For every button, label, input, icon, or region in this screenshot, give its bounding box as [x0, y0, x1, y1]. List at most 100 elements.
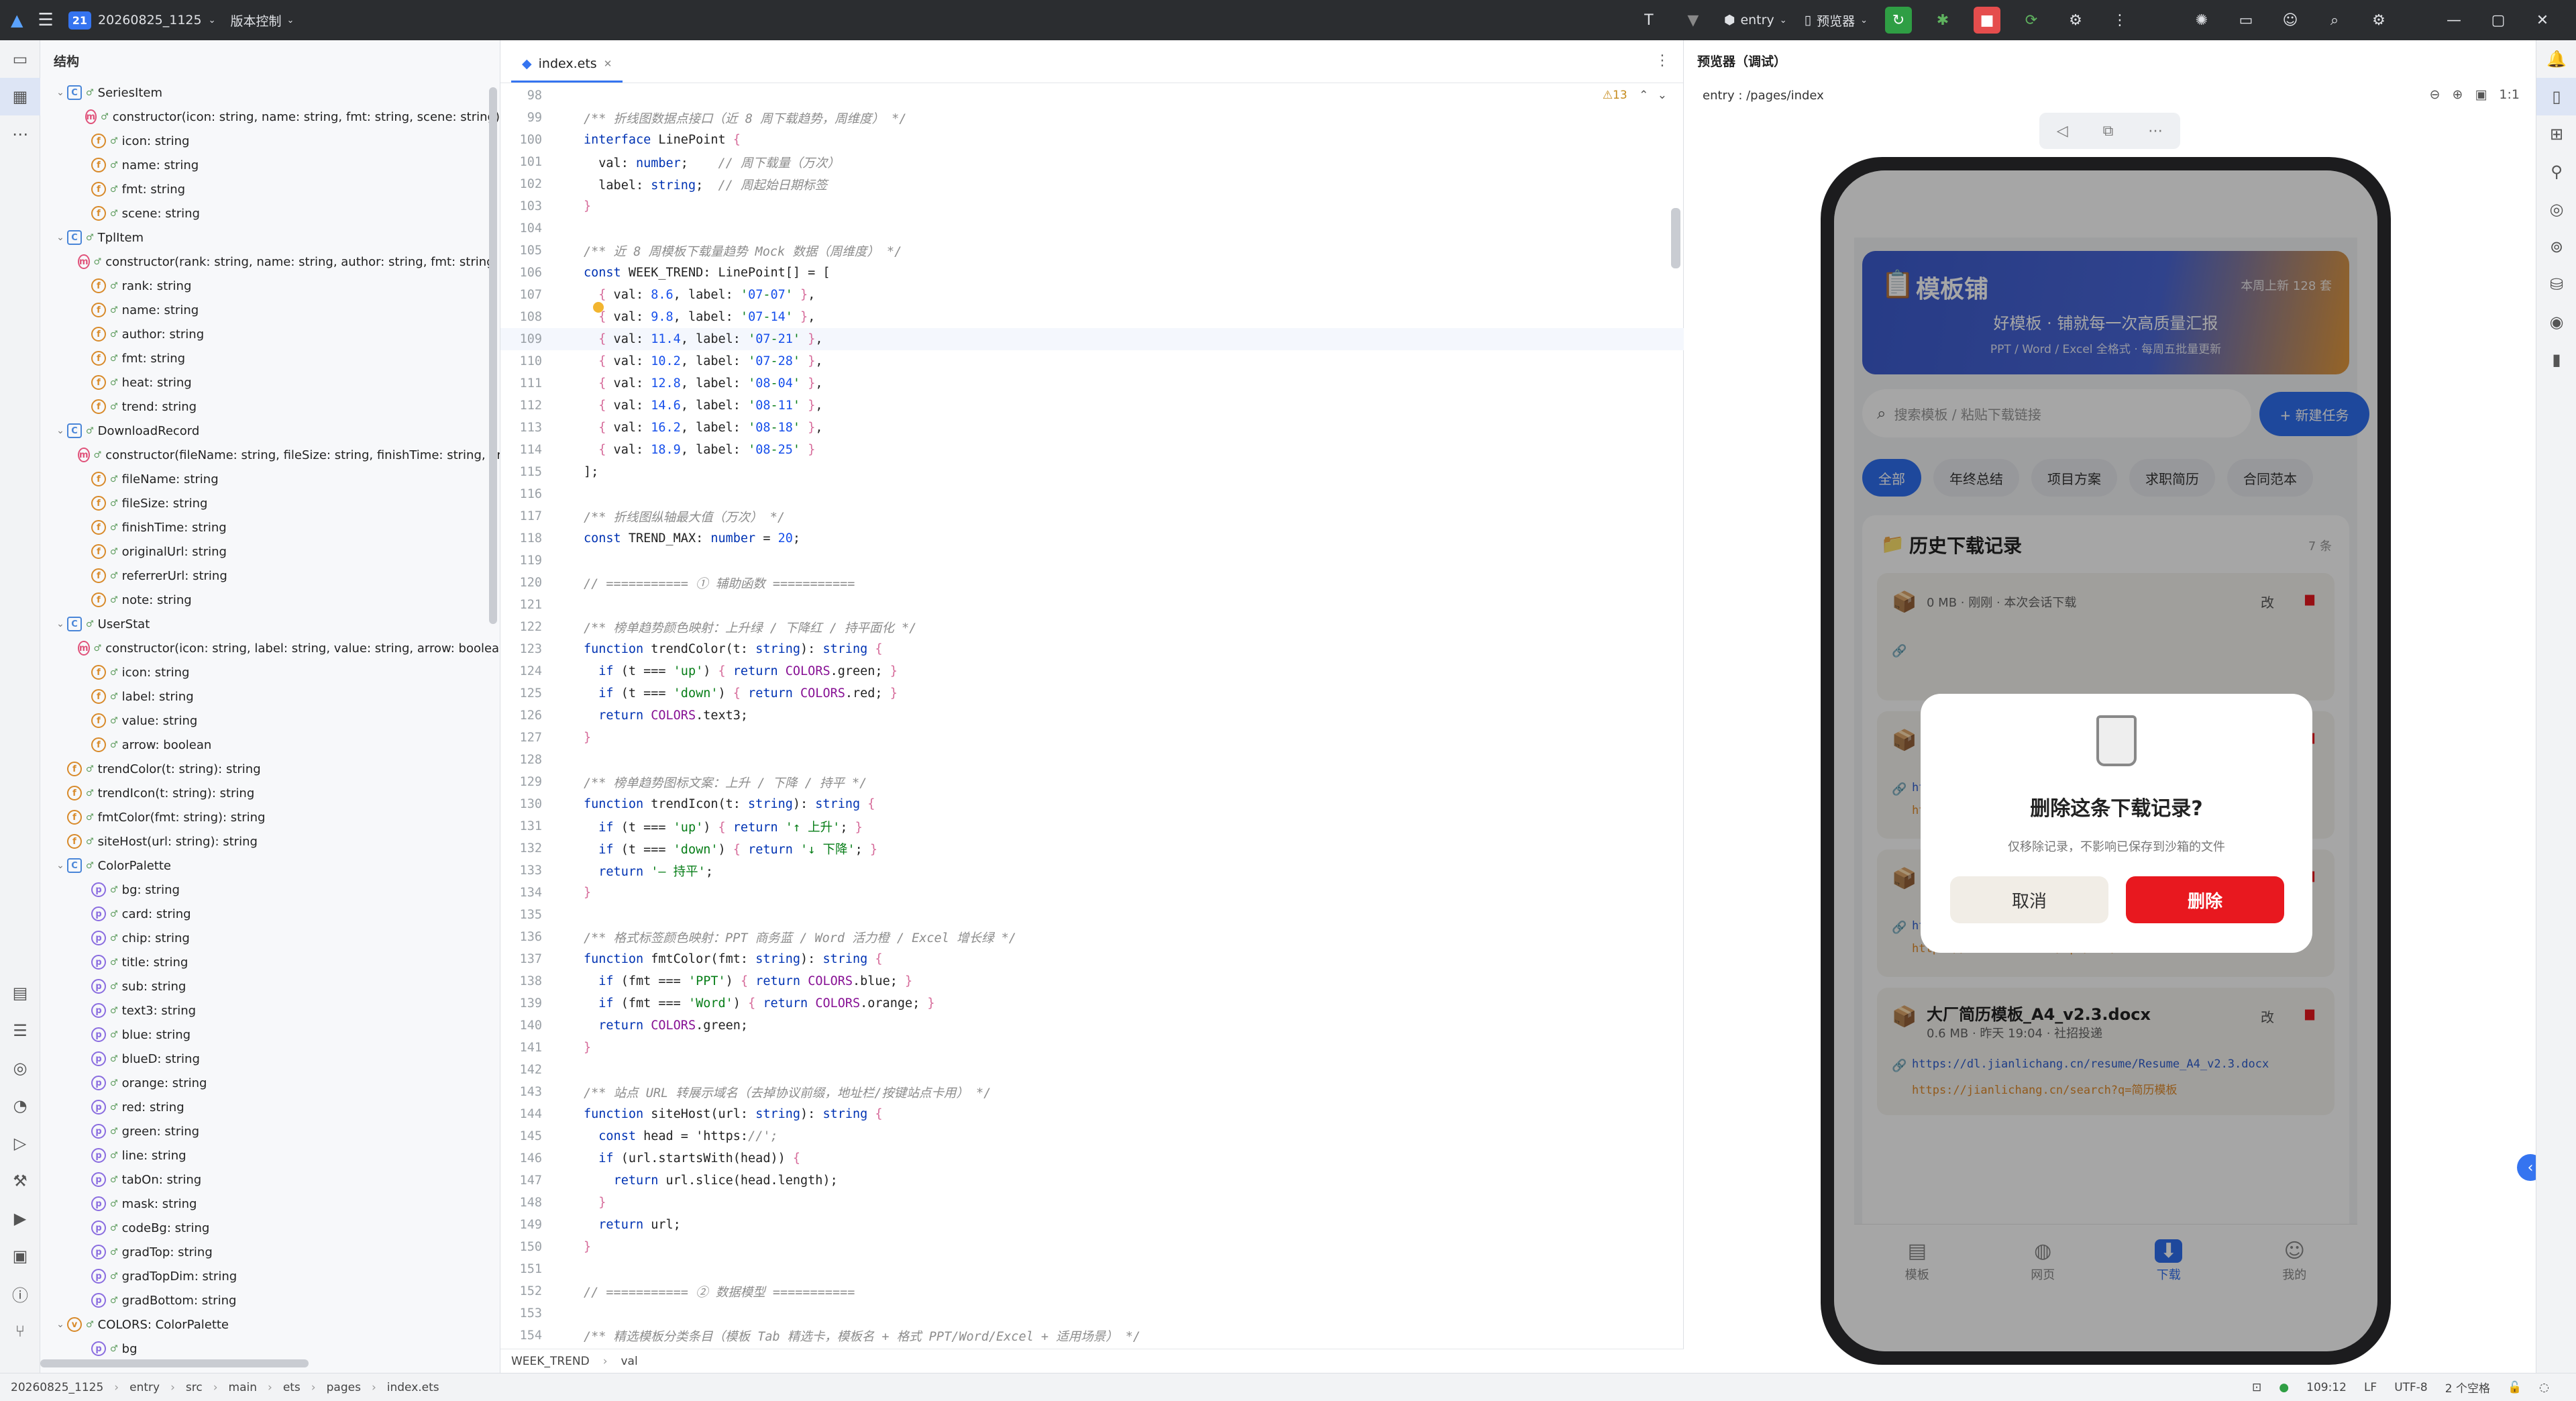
database-icon[interactable]: ⛁ — [2536, 266, 2576, 303]
tree-row[interactable]: ⌄ C ♂ DownloadRecord — [40, 419, 500, 443]
tree-row[interactable]: ⌄ C ♂ SeriesItem — [40, 81, 500, 105]
chevron-down-icon[interactable]: ⌄ — [54, 232, 67, 243]
chevron-down-icon[interactable]: ⌄ — [54, 860, 67, 871]
device-file-icon[interactable]: ⊞ — [2536, 115, 2576, 153]
app-logo-icon[interactable]: ▲ — [11, 11, 23, 30]
more-actions-icon[interactable]: ⋮ — [2106, 7, 2133, 34]
status-crumb[interactable]: index.ets — [387, 1381, 439, 1394]
chevron-down-icon[interactable]: ⌄ — [54, 619, 67, 629]
tree-row[interactable]: p ♂ sub: string — [40, 974, 500, 998]
info-icon[interactable]: ⓘ — [0, 1275, 40, 1312]
chevron-down-icon[interactable]: ⌄ — [54, 425, 67, 436]
tree-row[interactable]: f ♂ icon: string — [40, 129, 500, 153]
tree-row[interactable]: m ♂ constructor(icon: string, label: strin… — [40, 636, 500, 660]
git-icon[interactable]: ⑂ — [0, 1312, 40, 1350]
device-manager-icon[interactable]: ▭ — [2233, 7, 2259, 34]
structure-hscrollbar[interactable] — [40, 1359, 309, 1367]
eye-icon[interactable]: ◉ — [2536, 303, 2576, 341]
resource-icon[interactable]: ◎ — [2536, 191, 2576, 228]
tree-row[interactable]: f ♂ referrerUrl: string — [40, 564, 500, 588]
status-crumb[interactable]: main — [229, 1381, 257, 1394]
close-icon[interactable]: ✕ — [2529, 7, 2556, 34]
more-icon[interactable]: ⋯ — [2148, 123, 2163, 140]
tree-row[interactable]: f ♂ originalUrl: string — [40, 539, 500, 564]
tree-row[interactable]: ⌄ C ♂ UserStat — [40, 612, 500, 636]
editor-scrollbar[interactable] — [1671, 208, 1680, 268]
tree-row[interactable]: p ♂ blue: string — [40, 1023, 500, 1047]
tree-row[interactable]: p ♂ gradTop: string — [40, 1240, 500, 1264]
run-config-select[interactable]: ⬢ entry ⌄ — [1724, 13, 1787, 28]
device-select[interactable]: ▯ 预览器 ⌄ — [1805, 11, 1868, 30]
tree-row[interactable]: p ♂ bg: string — [40, 878, 500, 902]
tree-row[interactable]: f ♂ value: string — [40, 709, 500, 733]
fit-screen-icon[interactable]: ▣ — [2475, 87, 2487, 102]
tree-row[interactable]: m ♂ constructor(rank: string, name: string… — [40, 250, 500, 274]
structure-scrollbar[interactable] — [489, 87, 497, 624]
tree-row[interactable]: f ♂ fmt: string — [40, 177, 500, 201]
cancel-button[interactable]: 取消 — [1950, 876, 2108, 923]
tree-row[interactable]: p ♂ orange: string — [40, 1071, 500, 1095]
tree-row[interactable]: f ♂ label: string — [40, 684, 500, 709]
tree-row[interactable]: f ♂ author: string — [40, 322, 500, 346]
file-encoding[interactable]: UTF-8 — [2394, 1381, 2428, 1394]
tree-row[interactable]: f ♂ scene: string — [40, 201, 500, 225]
app-inspector-icon[interactable]: ⚲ — [2536, 153, 2576, 191]
apply-changes-icon[interactable]: ⟳ — [2018, 7, 2045, 34]
account-icon[interactable]: ☺ — [2277, 7, 2304, 34]
status-crumb[interactable]: src — [186, 1381, 203, 1394]
code-area[interactable]: 98 99 /** 折线图数据点接口（近 8 周下载趋势，周维度） */ 100 int… — [500, 85, 1684, 1347]
delete-button[interactable]: 删除 — [2126, 876, 2284, 923]
chevron-down-icon[interactable]: ⌄ — [54, 1319, 67, 1330]
device-icon[interactable]: ▮ — [2536, 341, 2576, 378]
tree-row[interactable]: ⌄ C ♂ TplItem — [40, 225, 500, 250]
vcs-menu[interactable]: 版本控制 ⌄ — [231, 11, 294, 30]
tree-row[interactable]: f ♂ note: string — [40, 588, 500, 612]
tree-row[interactable]: m ♂ constructor(fileName: string, fileSize… — [40, 443, 500, 467]
more-tools-icon[interactable]: ⋯ — [0, 115, 40, 153]
status-crumb[interactable]: entry — [129, 1381, 160, 1394]
tab-index-ets[interactable]: ◆ index.ets ✕ — [511, 46, 623, 83]
structure-icon[interactable]: ▦ — [0, 78, 40, 115]
tree-row[interactable]: f ♂ rank: string — [40, 274, 500, 298]
problems-icon[interactable]: ◎ — [0, 1049, 40, 1087]
tree-row[interactable]: f ♂ heat: string — [40, 370, 500, 395]
notifications-icon[interactable]: 🔔 — [2536, 40, 2576, 78]
tree-row[interactable]: f ♂ trend: string — [40, 395, 500, 419]
code-linter-icon[interactable]: ⊚ — [2536, 228, 2576, 266]
tree-row[interactable]: f ♂ trendColor(t: string): string — [40, 757, 500, 781]
filter-icon[interactable]: ▼ — [1680, 7, 1707, 34]
tree-row[interactable]: f ♂ icon: string — [40, 660, 500, 684]
tree-row[interactable]: p ♂ green: string — [40, 1119, 500, 1143]
readonly-lock-icon[interactable]: 🔓 — [2508, 1381, 2522, 1394]
cursor-position[interactable]: 109:12 — [2306, 1381, 2347, 1394]
tree-row[interactable]: p ♂ bg — [40, 1337, 500, 1361]
project-switcher[interactable]: 21 20260825_1125 ⌄ — [68, 11, 216, 30]
tree-row[interactable]: p ♂ tabOn: string — [40, 1168, 500, 1192]
rerun-icon[interactable]: ↻ — [1885, 7, 1912, 34]
tree-row[interactable]: f ♂ finishTime: string — [40, 515, 500, 539]
tree-row[interactable]: f ♂ trendIcon(t: string): string — [40, 781, 500, 805]
profiler-strip-icon[interactable]: ◔ — [0, 1087, 40, 1125]
actual-size-icon[interactable]: 1:1 — [2499, 87, 2520, 102]
status-crumb[interactable]: ets — [283, 1381, 301, 1394]
status-crumb[interactable]: 20260825_1125 — [11, 1381, 103, 1394]
memory-indicator-icon[interactable]: ◌ — [2539, 1381, 2549, 1394]
chevron-down-icon[interactable]: ⌄ — [54, 87, 67, 98]
project-folder-icon[interactable]: ▭ — [0, 40, 40, 78]
indent-setting[interactable]: 2 个空格 — [2445, 1379, 2490, 1396]
zoom-in-icon[interactable]: ⊕ — [2453, 87, 2463, 102]
tree-row[interactable]: p ♂ mask: string — [40, 1192, 500, 1216]
tree-row[interactable]: f ♂ fileSize: string — [40, 491, 500, 515]
debug-bug-icon[interactable]: ✱ — [1929, 7, 1956, 34]
tree-row[interactable]: p ♂ text3: string — [40, 998, 500, 1023]
tree-row[interactable]: f ♂ fmt: string — [40, 346, 500, 370]
rotate-icon[interactable]: ⧉ — [2103, 123, 2114, 140]
tree-row[interactable]: p ♂ gradBottom: string — [40, 1288, 500, 1312]
line-separator[interactable]: LF — [2364, 1381, 2377, 1394]
build-strip-icon[interactable]: ⚒ — [0, 1162, 40, 1200]
tree-row[interactable]: p ♂ codeBg: string — [40, 1216, 500, 1240]
tree-row[interactable]: p ♂ gradTopDim: string — [40, 1264, 500, 1288]
tree-row[interactable]: p ♂ line: string — [40, 1143, 500, 1168]
tree-row[interactable]: p ♂ title: string — [40, 950, 500, 974]
tree-row[interactable]: f ♂ fmtColor(fmt: string): string — [40, 805, 500, 829]
